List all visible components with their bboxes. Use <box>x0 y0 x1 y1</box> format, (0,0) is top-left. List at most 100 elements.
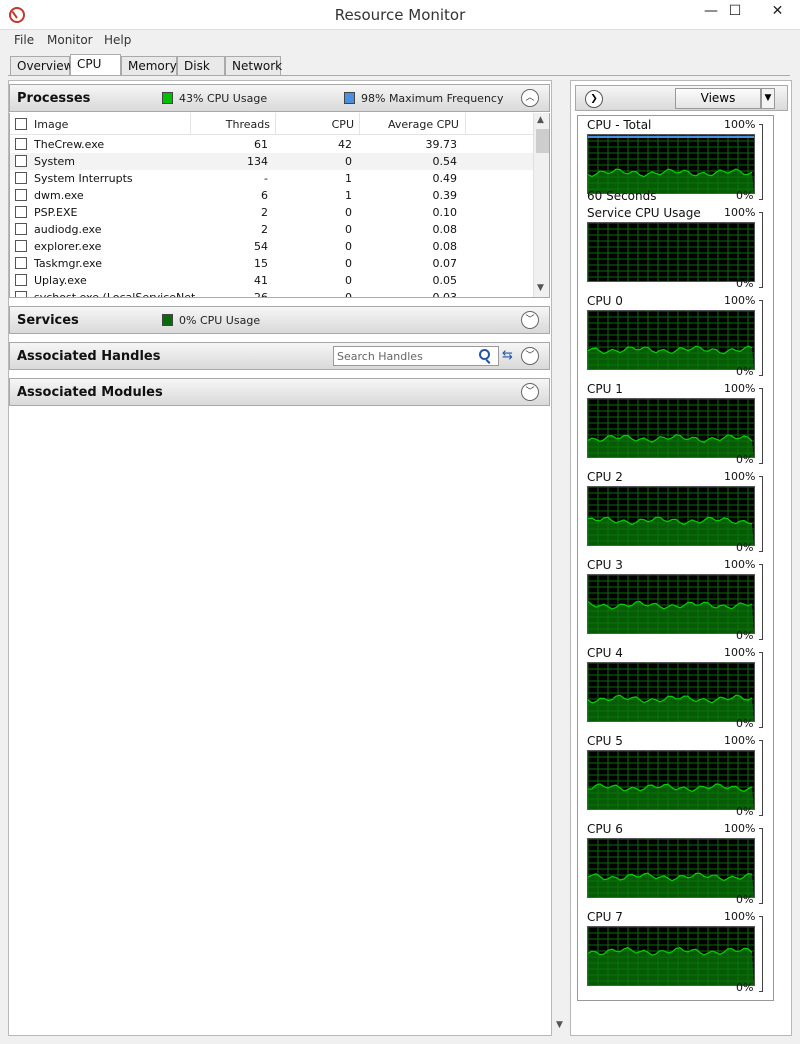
tab-disk[interactable]: Disk <box>177 56 225 76</box>
table-row[interactable]: explorer.exe 54 0 0.08 <box>10 238 533 255</box>
row-checkbox[interactable] <box>15 155 27 167</box>
column-image[interactable]: Image <box>34 118 68 131</box>
cell-image: PSP.EXE <box>34 206 78 219</box>
cell-cpu: 0 <box>345 223 352 236</box>
table-row[interactable]: dwm.exe 6 1 0.39 <box>10 187 533 204</box>
table-row[interactable]: TheCrew.exe 61 42 39.73 <box>10 136 533 153</box>
graph-min-label: 0% <box>736 453 754 466</box>
cell-image: Uplay.exe <box>34 274 87 287</box>
column-separator <box>359 113 360 135</box>
graph-min-label: 0% <box>736 981 754 994</box>
refresh-icon[interactable]: ⇆ <box>502 348 513 363</box>
table-row[interactable]: Uplay.exe 41 0 0.05 <box>10 272 533 289</box>
row-checkbox[interactable] <box>15 172 27 184</box>
cell-image: TheCrew.exe <box>34 138 105 151</box>
row-checkbox[interactable] <box>15 274 27 286</box>
cell-average-cpu: 0.54 <box>432 155 458 168</box>
handles-header[interactable]: Associated Handles Search Handles ⇆ ﹀ <box>9 342 550 370</box>
graph-max-label: 100% <box>724 822 756 835</box>
graph-title: CPU 4 <box>587 646 623 660</box>
graph-bracket <box>759 476 763 552</box>
cell-average-cpu: 0.10 <box>432 206 458 219</box>
graph-min-label: 0% <box>736 893 754 906</box>
services-cpu-swatch <box>162 314 173 326</box>
row-checkbox[interactable] <box>15 189 27 201</box>
search-handles-input[interactable]: Search Handles <box>333 346 499 366</box>
cell-image: dwm.exe <box>34 189 84 202</box>
scroll-down-icon[interactable]: ▼ <box>556 1020 563 1030</box>
cpu-graph <box>587 134 755 194</box>
services-header[interactable]: Services 0% CPU Usage ﹀ <box>9 306 550 334</box>
cpu-graph <box>587 750 755 810</box>
graph-title: CPU 7 <box>587 910 623 924</box>
cell-average-cpu: 0.07 <box>432 257 458 270</box>
collapse-up-icon[interactable]: ︿ <box>521 89 539 107</box>
tab-network[interactable]: Network <box>225 56 282 76</box>
graph-bracket <box>759 300 763 376</box>
column-threads[interactable]: Threads <box>210 118 270 131</box>
expand-down-icon[interactable]: ﹀ <box>521 347 539 365</box>
tab-overview[interactable]: Overview <box>10 56 74 76</box>
table-row[interactable]: System Interrupts - 1 0.49 <box>10 170 533 187</box>
processes-scrollbar[interactable]: ▲ ▼ <box>533 113 549 297</box>
table-header: Image Threads CPU Average CPU <box>10 113 533 135</box>
processes-header[interactable]: Processes 43% CPU Usage 98% Maximum Freq… <box>9 84 550 112</box>
table-row[interactable]: PSP.EXE 2 0 0.10 <box>10 204 533 221</box>
scroll-thumb[interactable] <box>536 129 549 153</box>
scroll-down-icon[interactable]: ▼ <box>537 283 544 293</box>
row-checkbox[interactable] <box>15 138 27 150</box>
menu-help[interactable]: Help <box>104 33 131 47</box>
expand-down-icon[interactable]: ﹀ <box>521 311 539 329</box>
views-button[interactable]: Views <box>675 88 761 109</box>
column-cpu[interactable]: CPU <box>300 118 354 131</box>
cell-image: audiodg.exe <box>34 223 102 236</box>
row-checkbox[interactable] <box>15 206 27 218</box>
menu-bar: File Monitor Help <box>0 30 800 52</box>
expand-right-icon[interactable]: ❯ <box>585 90 603 108</box>
views-dropdown-icon[interactable]: ▼ <box>761 88 775 109</box>
modules-header[interactable]: Associated Modules ﹀ <box>9 378 550 406</box>
column-average-cpu[interactable]: Average CPU <box>370 118 459 131</box>
graph-max-label: 100% <box>724 734 756 747</box>
graph-bracket <box>759 564 763 640</box>
scroll-up-icon[interactable]: ▲ <box>537 115 544 125</box>
window-title: Resource Monitor <box>334 6 466 24</box>
table-row[interactable]: svchost.exe (LocalServiceNet... 26 0 0.03 <box>10 289 533 298</box>
cell-threads: 15 <box>254 257 268 270</box>
graph-title: Service CPU Usage <box>587 206 701 220</box>
expand-down-icon[interactable]: ﹀ <box>521 383 539 401</box>
graph-max-label: 100% <box>724 558 756 571</box>
menu-monitor[interactable]: Monitor <box>47 33 93 47</box>
row-checkbox[interactable] <box>15 257 27 269</box>
graph-bracket <box>759 124 763 200</box>
select-all-checkbox[interactable] <box>15 118 27 130</box>
column-separator <box>190 113 191 135</box>
tab-cpu[interactable]: CPU <box>70 54 121 76</box>
cpu-graph <box>587 662 755 722</box>
column-separator <box>275 113 276 135</box>
row-checkbox[interactable] <box>15 291 27 297</box>
graph-max-label: 100% <box>724 206 756 219</box>
close-icon[interactable]: ✕ <box>755 0 800 24</box>
table-row[interactable]: System 134 0 0.54 <box>10 153 533 170</box>
graph-title: CPU 3 <box>587 558 623 572</box>
row-checkbox[interactable] <box>15 223 27 235</box>
cell-threads: 2 <box>261 206 268 219</box>
cell-threads: 2 <box>261 223 268 236</box>
table-row[interactable]: Taskmgr.exe 15 0 0.07 <box>10 255 533 272</box>
table-row[interactable]: audiodg.exe 2 0 0.08 <box>10 221 533 238</box>
graph-min-label: 0% <box>736 541 754 554</box>
menu-file[interactable]: File <box>14 33 34 47</box>
cell-average-cpu: 0.49 <box>432 172 458 185</box>
graph-title: CPU 2 <box>587 470 623 484</box>
tab-memory[interactable]: Memory <box>121 56 177 76</box>
graph-title: CPU 5 <box>587 734 623 748</box>
maximize-icon[interactable]: ☐ <box>720 0 750 24</box>
cell-average-cpu: 0.08 <box>432 240 458 253</box>
cell-image: explorer.exe <box>34 240 102 253</box>
left-pane-scrollbar[interactable]: ▼ <box>553 80 570 1036</box>
row-checkbox[interactable] <box>15 240 27 252</box>
cell-image: svchost.exe (LocalServiceNet... <box>34 291 206 298</box>
cell-average-cpu: 0.05 <box>432 274 458 287</box>
search-icon[interactable] <box>479 349 490 360</box>
